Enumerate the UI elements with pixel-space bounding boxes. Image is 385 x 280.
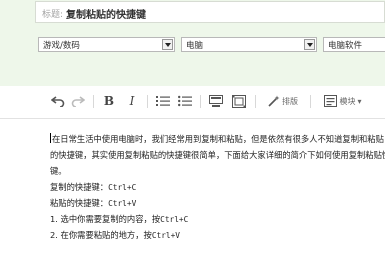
toolbar-separator bbox=[310, 95, 311, 108]
paste-shortcut-key: Ctrl+V bbox=[108, 199, 137, 208]
topic-select-value: 电脑软件 bbox=[328, 41, 363, 51]
insert-video-button[interactable] bbox=[231, 92, 247, 110]
module-dropdown[interactable]: 模块 ▾ bbox=[320, 92, 366, 110]
step-2-line: 2. 在你需要粘贴的地方，按Ctrl+V bbox=[50, 227, 385, 243]
editor-toolbar: B I 排版 模块 ▾ bbox=[0, 86, 385, 119]
paragraph-line: 键。 bbox=[50, 163, 385, 179]
bold-button[interactable]: B bbox=[102, 92, 116, 110]
subcategory-select[interactable]: 电脑 bbox=[181, 37, 317, 52]
toolbar-separator bbox=[255, 95, 256, 108]
redo-button[interactable] bbox=[70, 92, 86, 110]
step-2-text: 2. 在你需要粘贴的地方，按 bbox=[50, 230, 152, 240]
text-cursor bbox=[50, 133, 51, 143]
insert-image-button[interactable] bbox=[208, 92, 224, 110]
ordered-list-icon bbox=[156, 96, 170, 106]
module-label: 模块 bbox=[339, 96, 356, 106]
step-1-key: Ctrl+C bbox=[160, 215, 189, 224]
category-select-value: 游戏/数码 bbox=[43, 41, 80, 51]
redo-icon bbox=[71, 96, 85, 107]
subcategory-select-value: 电脑 bbox=[186, 41, 204, 51]
italic-button[interactable]: I bbox=[125, 92, 139, 110]
module-icon bbox=[324, 95, 338, 107]
image-icon bbox=[209, 94, 223, 107]
typeset-label: 排版 bbox=[282, 96, 298, 106]
unordered-list-icon bbox=[178, 95, 192, 107]
paste-shortcut-line: 粘贴的快捷键：Ctrl+V bbox=[50, 195, 385, 211]
ordered-list-button[interactable] bbox=[155, 92, 171, 110]
copy-shortcut-label: 复制的快捷键： bbox=[50, 182, 109, 192]
typeset-button[interactable]: 排版 bbox=[266, 92, 300, 110]
paragraph-text: 的快捷键，其实使用复制粘贴的快捷键很简单，下面给大家详细的简介下如何使用复制粘贴… bbox=[50, 150, 385, 160]
step-2-key: Ctrl+V bbox=[151, 231, 180, 240]
copy-shortcut-line: 复制的快捷键：Ctrl+C bbox=[50, 179, 385, 195]
topic-select[interactable]: 电脑软件 bbox=[323, 37, 385, 52]
copy-shortcut-key: Ctrl+C bbox=[108, 183, 137, 192]
title-value[interactable]: 复制粘贴的快捷键 bbox=[66, 6, 146, 21]
chevron-down-icon[interactable] bbox=[162, 39, 173, 50]
editor-content[interactable]: 在日常生活中使用电脑时，我们经常用到复制和粘贴，但是依然有很多人不知道复制和粘贴… bbox=[50, 131, 385, 243]
bold-icon: B bbox=[103, 94, 115, 108]
category-select[interactable]: 游戏/数码 bbox=[38, 37, 175, 52]
toolbar-separator bbox=[200, 95, 201, 108]
title-input[interactable]: 标题: 复制粘贴的快捷键 bbox=[35, 1, 385, 23]
video-icon bbox=[232, 94, 246, 108]
step-1-line: 1. 选中你需要复制的内容，按Ctrl+C bbox=[50, 211, 385, 227]
chevron-down-icon[interactable] bbox=[304, 39, 315, 50]
paragraph-line: 的快捷键，其实使用复制粘贴的快捷键很简单，下面给大家详细的简介下如何使用复制粘贴… bbox=[50, 147, 385, 163]
magic-wand-icon bbox=[268, 95, 280, 107]
undo-button[interactable] bbox=[50, 92, 66, 110]
italic-icon: I bbox=[129, 94, 135, 108]
chevron-down-icon: ▾ bbox=[357, 96, 362, 106]
paragraph-line: 在日常生活中使用电脑时，我们经常用到复制和粘贴，但是依然有很多人不知道复制和粘贴 bbox=[50, 131, 385, 147]
title-prefix-label: 标题: bbox=[42, 10, 64, 20]
unordered-list-button[interactable] bbox=[177, 92, 193, 110]
toolbar-separator bbox=[147, 95, 148, 108]
article-meta-panel: 标题: 复制粘贴的快捷键 游戏/数码 电脑 电脑软件 bbox=[0, 0, 385, 86]
undo-icon bbox=[51, 96, 65, 107]
toolbar-separator bbox=[93, 95, 94, 108]
paragraph-text: 在日常生活中使用电脑时，我们经常用到复制和粘贴，但是依然有很多人不知道复制和粘贴 bbox=[52, 134, 384, 144]
paste-shortcut-label: 粘贴的快捷键： bbox=[50, 198, 109, 208]
step-1-text: 1. 选中你需要复制的内容，按 bbox=[50, 214, 161, 224]
paragraph-text: 键。 bbox=[50, 166, 67, 176]
